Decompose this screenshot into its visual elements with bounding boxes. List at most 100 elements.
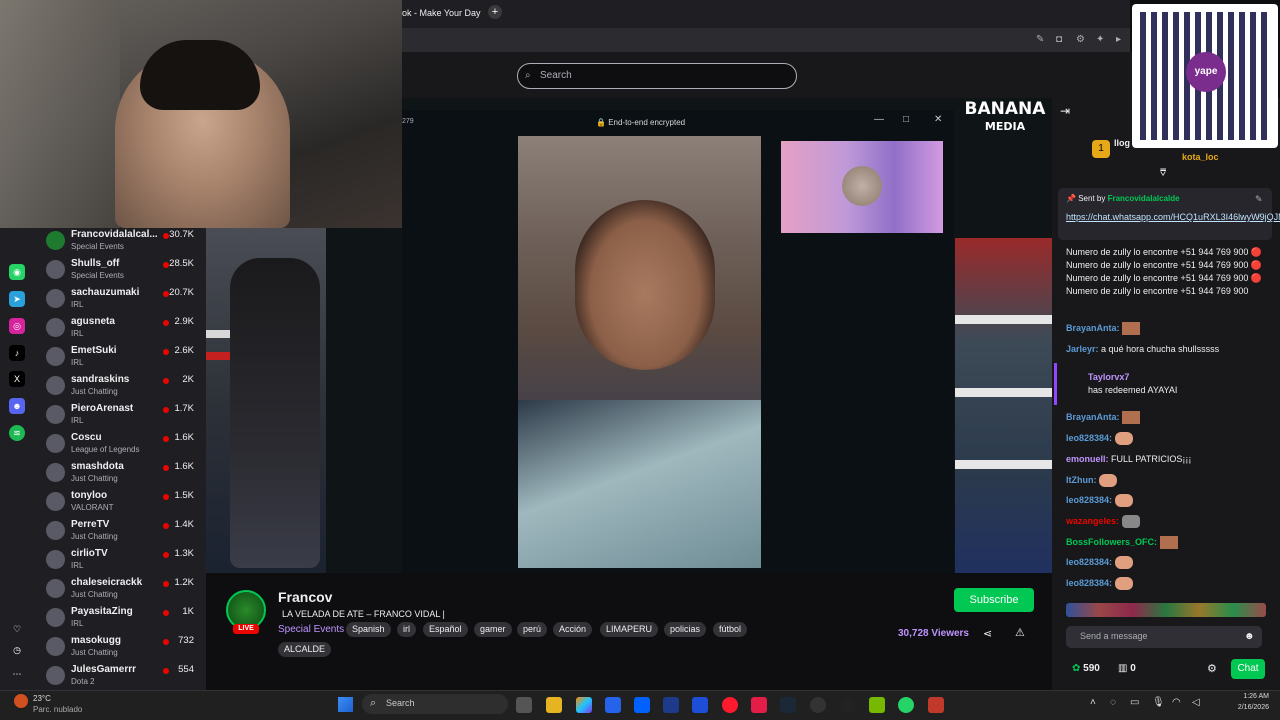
subscribe-button[interactable]: Subscribe xyxy=(954,588,1034,612)
discord-icon[interactable]: ☻ xyxy=(9,398,25,414)
tag-chip[interactable]: ALCALDE xyxy=(278,642,332,657)
channel-item[interactable]: sandraskins Just Chatting 2K xyxy=(46,373,206,402)
emote-bar[interactable] xyxy=(1066,603,1266,617)
file-explorer-icon[interactable] xyxy=(546,697,562,713)
whatsapp-taskbar-icon[interactable] xyxy=(898,697,914,713)
app-icon[interactable] xyxy=(751,697,767,713)
channel-points[interactable]: ✿ 590 xyxy=(1072,663,1100,674)
channel-item[interactable]: sachauzumaki IRL 20.7K xyxy=(46,286,206,315)
chat-username[interactable]: Jarleyr: xyxy=(1066,344,1099,354)
more-icon[interactable]: ⋯ xyxy=(9,666,25,682)
minimize-icon[interactable]: — xyxy=(874,114,884,125)
chevron-up-icon[interactable]: ˄ xyxy=(1090,697,1096,708)
emoji-picker-icon[interactable]: ☻ xyxy=(1244,631,1255,642)
channel-item[interactable]: PayasitaZing IRL 1K xyxy=(46,605,206,634)
app-icon[interactable] xyxy=(928,697,944,713)
tag-chip[interactable]: Acción xyxy=(553,622,593,637)
tag-chip[interactable]: Spanish xyxy=(346,622,391,637)
chat-input[interactable]: Send a message xyxy=(1066,626,1262,648)
history-icon[interactable]: ◷ xyxy=(9,642,25,658)
channel-item[interactable]: smashdota Just Chatting 1.6K xyxy=(46,460,206,489)
outlook-icon[interactable] xyxy=(692,697,708,713)
steam-icon[interactable] xyxy=(780,697,796,713)
tag-chip[interactable]: LIMAPERU xyxy=(600,622,659,637)
mic-tray-icon[interactable]: 🎙 xyxy=(1152,697,1165,708)
chat-username[interactable]: BrayanAnta: xyxy=(1066,412,1120,422)
gift-count[interactable]: ▥ 0 xyxy=(1118,663,1136,674)
tiktok-icon[interactable]: ♪ xyxy=(9,345,25,361)
network-icon[interactable]: ◌ xyxy=(1110,697,1116,708)
stream-category[interactable]: Special Events xyxy=(278,624,344,635)
chat-username[interactable]: wazangeles: xyxy=(1066,516,1119,526)
channel-item[interactable]: Francovidalalcal... Special Events 30.7K xyxy=(46,228,206,257)
channel-item[interactable]: agusneta IRL 2.9K xyxy=(46,315,206,344)
channel-item[interactable]: PerreTV Just Chatting 1.4K xyxy=(46,518,206,547)
share-icon[interactable]: ⋖ xyxy=(983,627,992,640)
extension-icon[interactable]: ✦ xyxy=(1096,34,1107,45)
telegram-icon[interactable]: ➤ xyxy=(9,291,25,307)
spotify-icon[interactable]: ≋ xyxy=(9,425,25,441)
camera-icon[interactable]: ◘ xyxy=(1056,34,1067,45)
display-icon[interactable]: ▭ xyxy=(1130,697,1139,708)
taskbar-clock[interactable]: 1:26 AM xyxy=(1225,693,1269,700)
close-icon[interactable]: ✕ xyxy=(934,114,942,125)
opera-icon[interactable] xyxy=(722,697,738,713)
channel-item[interactable]: chaleseicrackk Just Chatting 1.2K xyxy=(46,576,206,605)
channel-item[interactable]: EmetSuki IRL 2.6K xyxy=(46,344,206,373)
chat-username[interactable]: leo828384: xyxy=(1066,495,1112,505)
tag-chip[interactable]: gamer xyxy=(474,622,512,637)
edit-icon[interactable]: ✎ xyxy=(1036,34,1047,45)
chat-username[interactable]: Taylorvx7 xyxy=(1088,371,1280,384)
task-view-icon[interactable] xyxy=(516,697,532,713)
xbox-icon[interactable] xyxy=(840,697,856,713)
channel-item[interactable]: PieroArenast IRL 1.7K xyxy=(46,402,206,431)
chat-username[interactable]: BrayanAnta: xyxy=(1066,323,1120,333)
whatsapp-icon[interactable]: ◉ xyxy=(9,264,25,280)
settings-icon[interactable]: ⚙ xyxy=(1076,34,1087,45)
pinned-link[interactable]: https://chat.whatsapp.com/HCQ1uRXL3I46lw… xyxy=(1066,211,1280,224)
tag-chip[interactable]: irl xyxy=(397,622,416,637)
taskbar-search[interactable]: Search xyxy=(362,694,508,714)
play-icon[interactable]: ▸ xyxy=(1116,34,1127,45)
chat-username[interactable]: leo828384: xyxy=(1066,578,1112,588)
channel-item[interactable]: Shulls_off Special Events 28.5K xyxy=(46,257,206,286)
photoshop-icon[interactable] xyxy=(663,697,679,713)
chat-username[interactable]: BossFollowers_OFC: xyxy=(1066,537,1157,547)
copilot-icon[interactable] xyxy=(576,697,592,713)
channel-item[interactable]: cirlioTV IRL 1.3K xyxy=(46,547,206,576)
search-input[interactable]: Search xyxy=(517,63,797,89)
obs-icon[interactable] xyxy=(810,697,826,713)
tag-chip[interactable]: Español xyxy=(423,622,468,637)
volume-icon[interactable]: ◁ xyxy=(1192,697,1200,708)
nvidia-icon[interactable] xyxy=(869,697,885,713)
windows-start-icon[interactable] xyxy=(338,697,353,712)
channel-item[interactable]: masokugg Just Chatting 732 xyxy=(46,634,206,663)
channel-item[interactable]: JulesGamerrr Dota 2 554 xyxy=(46,663,206,692)
tag-chip[interactable]: policias xyxy=(664,622,707,637)
taskbar-date[interactable]: 2/16/2026 xyxy=(1225,704,1269,711)
weather-temp[interactable]: 23°C xyxy=(33,694,51,703)
channel-item[interactable]: tonyloo VALORANT 1.5K xyxy=(46,489,206,518)
streamer-name[interactable]: Francov xyxy=(278,589,332,605)
chat-settings-icon[interactable]: ⚙ xyxy=(1207,662,1217,675)
tag-chip[interactable]: perú xyxy=(517,622,548,637)
browser-tab-title[interactable]: ok - Make Your Day xyxy=(402,8,481,18)
dropbox-icon[interactable] xyxy=(634,697,650,713)
heart-icon[interactable]: ♡ xyxy=(9,621,25,637)
chat-username[interactable]: ItZhun: xyxy=(1066,475,1097,485)
instagram-icon[interactable]: ◎ xyxy=(9,318,25,334)
report-icon[interactable]: ⚠ xyxy=(1015,626,1025,639)
unpin-icon[interactable]: ✎ xyxy=(1255,194,1263,205)
chat-username[interactable]: leo828384: xyxy=(1066,557,1112,567)
collapse-chat-icon[interactable]: ⇥ xyxy=(1060,104,1070,118)
expand-icon[interactable]: ⩢ xyxy=(1160,168,1166,179)
chat-send-button[interactable]: Chat xyxy=(1231,659,1265,679)
chat-username[interactable]: leo828384: xyxy=(1066,433,1112,443)
wifi-icon[interactable]: ◠ xyxy=(1172,697,1181,708)
weather-icon[interactable] xyxy=(14,694,28,708)
x-icon[interactable]: X xyxy=(9,371,25,387)
channel-item[interactable]: Coscu League of Legends 1.6K xyxy=(46,431,206,460)
store-icon[interactable] xyxy=(605,697,621,713)
chat-username[interactable]: emonuell: xyxy=(1066,454,1109,464)
maximize-icon[interactable]: □ xyxy=(903,114,909,125)
